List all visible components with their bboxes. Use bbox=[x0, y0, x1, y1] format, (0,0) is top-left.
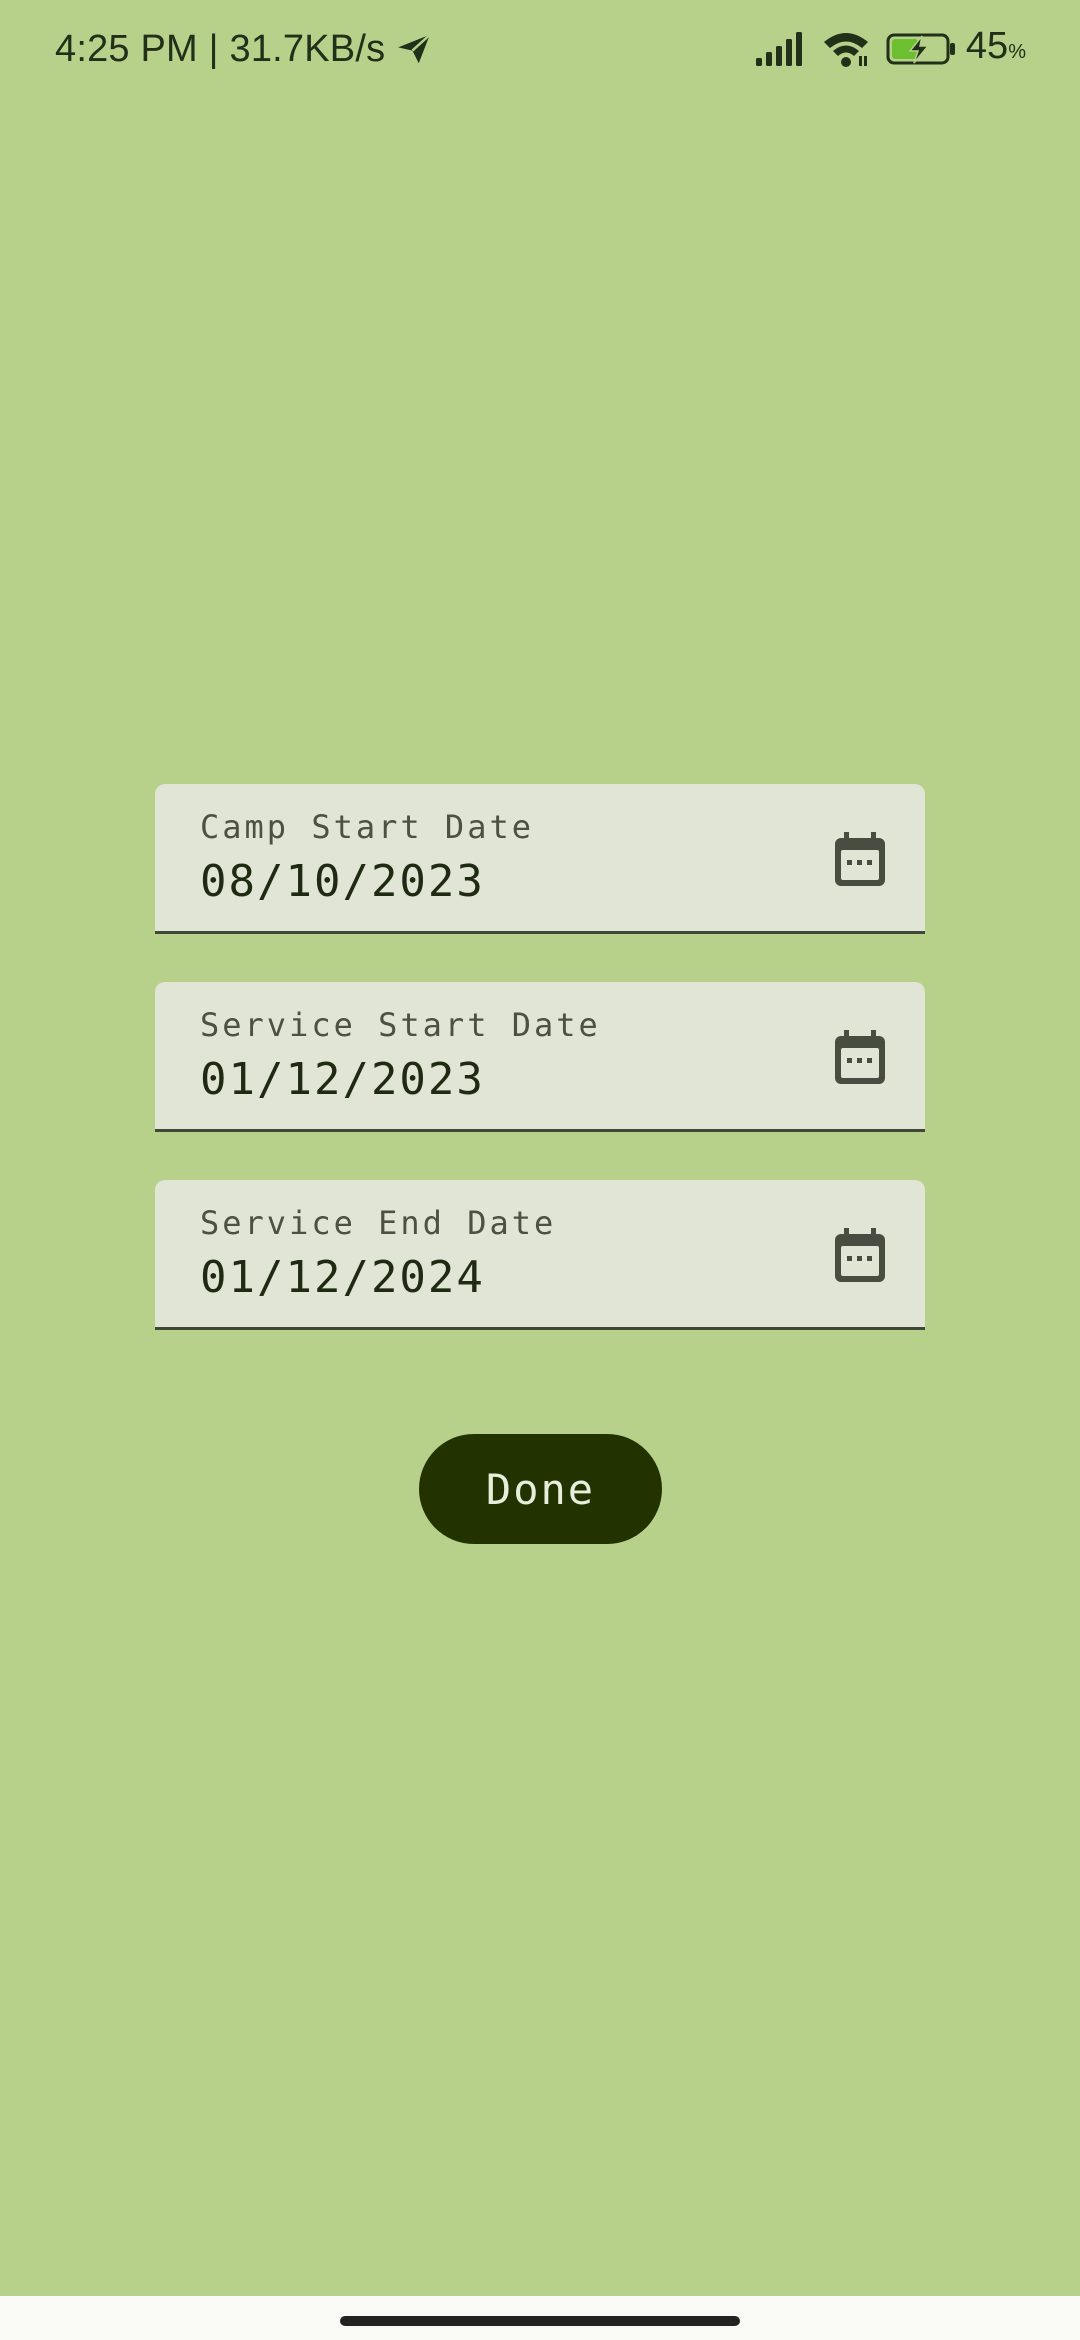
calendar-icon[interactable] bbox=[833, 832, 887, 888]
calendar-icon[interactable] bbox=[833, 1228, 887, 1284]
home-gesture-handle[interactable] bbox=[340, 2316, 740, 2326]
service-end-date-field[interactable]: Service End Date 01/12/2024 bbox=[155, 1180, 925, 1330]
battery-percent: 45% bbox=[966, 23, 1026, 75]
navigation-bar bbox=[0, 2296, 1080, 2340]
battery-unit: % bbox=[1008, 41, 1026, 63]
calendar-icon[interactable] bbox=[833, 1030, 887, 1086]
service-start-date-field[interactable]: Service Start Date 01/12/2023 bbox=[155, 982, 925, 1132]
status-left: 4:25 PM | 31.7KB/s bbox=[55, 26, 433, 72]
field-label: Camp Start Date bbox=[200, 808, 534, 846]
field-value[interactable]: 08/10/2023 bbox=[200, 856, 485, 907]
field-label: Service End Date bbox=[200, 1204, 557, 1242]
status-bar: 4:25 PM | 31.7KB/s 45% bbox=[0, 0, 1080, 98]
battery-value: 45 bbox=[965, 25, 1009, 67]
field-label: Service Start Date bbox=[200, 1006, 601, 1044]
telegram-send-icon bbox=[395, 30, 433, 68]
battery-charging-icon bbox=[886, 32, 956, 66]
field-value[interactable]: 01/12/2024 bbox=[200, 1252, 485, 1303]
field-value[interactable]: 01/12/2023 bbox=[200, 1054, 485, 1105]
signal-icon bbox=[755, 32, 806, 66]
camp-start-date-field[interactable]: Camp Start Date 08/10/2023 bbox=[155, 784, 925, 934]
done-button[interactable]: Done bbox=[419, 1434, 662, 1544]
status-right: 45% bbox=[755, 23, 1026, 75]
wifi-icon bbox=[822, 30, 870, 68]
status-time-speed: 4:25 PM | 31.7KB/s bbox=[55, 28, 386, 70]
